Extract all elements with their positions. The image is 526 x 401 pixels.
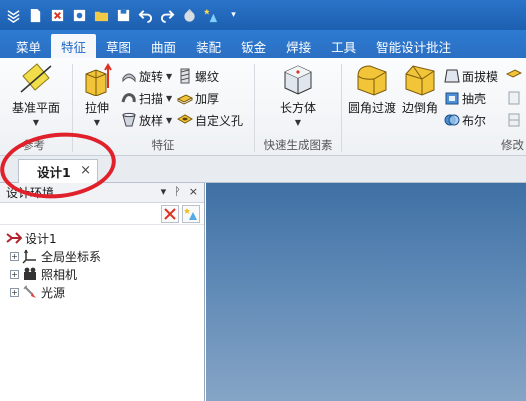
- revolve-icon: [122, 73, 136, 83]
- clear-filter-button[interactable]: [161, 204, 179, 223]
- tab-features[interactable]: 特征: [51, 34, 97, 58]
- more-modify-tool-2[interactable]: [506, 88, 524, 108]
- panel-title: 设计环境: [6, 186, 55, 200]
- datum-plane-icon: [18, 62, 54, 96]
- custom-hole-icon: [177, 114, 193, 124]
- 3d-viewport[interactable]: [206, 183, 526, 401]
- chevron-down-icon: ▼: [93, 118, 101, 127]
- boolean-icon: [444, 114, 460, 126]
- draft-icon: [444, 69, 460, 83]
- design-environment-panel: 设计环境 ▾ ᚹ × 设计1 + 全局坐标系 + 照相机 + 光源: [0, 183, 205, 401]
- smart-filter-button[interactable]: [182, 204, 200, 223]
- close-icon[interactable]: ×: [80, 163, 91, 178]
- loft-button[interactable]: 放样 ▼: [121, 110, 172, 130]
- datum-plane-button[interactable]: 基准平面 ▼: [6, 62, 66, 127]
- group-features: 拉伸 ▼ 旋转 ▼ 扫描 ▼ 放样 ▼ 螺纹 加厚 自定义孔 特征: [73, 58, 253, 156]
- group-label-quick: 快速生成图素: [263, 138, 333, 152]
- tree-node-global-coordinate[interactable]: + 全局坐标系: [0, 247, 204, 265]
- redo-icon[interactable]: [158, 6, 177, 25]
- sweep-icon: [121, 93, 136, 103]
- custom-hole-button[interactable]: 自定义孔: [177, 110, 243, 130]
- panel-header: 设计环境 ▾ ᚹ ×: [0, 183, 204, 203]
- tab-assembly[interactable]: 装配: [186, 34, 231, 58]
- panel-menu-icon[interactable]: ▾: [161, 185, 167, 198]
- quick-access-toolbar: ▾: [0, 0, 526, 30]
- save-icon[interactable]: [114, 6, 133, 25]
- thicken-button[interactable]: 加厚: [177, 88, 219, 108]
- chamfer-button[interactable]: 边倒角: [400, 62, 440, 116]
- tab-smart-annotation[interactable]: 智能设计批注: [366, 34, 461, 58]
- render-sphere-icon[interactable]: [180, 6, 199, 25]
- shell-icon: [445, 92, 459, 105]
- ribbon-tabs: 菜单 特征 草图 曲面 装配 钣金 焊接 工具 智能设计批注: [0, 30, 526, 58]
- thread-icon: [180, 68, 190, 84]
- chamfer-icon: [402, 62, 438, 96]
- more-modify-tool-1[interactable]: [506, 66, 524, 86]
- fillet-button[interactable]: 圆角过渡: [346, 62, 398, 116]
- expand-icon[interactable]: +: [10, 287, 19, 297]
- tab-tools[interactable]: 工具: [321, 34, 366, 58]
- tab-sketch[interactable]: 草图: [96, 34, 141, 58]
- document-tab-label: 设计1: [37, 165, 71, 180]
- group-label-features: 特征: [151, 138, 175, 152]
- chevron-down-icon: ▼: [166, 115, 173, 125]
- face-tool-icon: [506, 69, 522, 78]
- app-logo-icon[interactable]: [4, 6, 23, 25]
- red-cross-icon: [164, 207, 176, 220]
- expand-icon[interactable]: +: [10, 269, 19, 279]
- tab-menu[interactable]: 菜单: [6, 34, 51, 58]
- light-source-icon: [23, 285, 36, 298]
- box-icon: [280, 62, 316, 96]
- extrude-button[interactable]: 拉伸 ▼: [77, 62, 117, 127]
- more-modify-tool-3[interactable]: [506, 110, 524, 130]
- tab-sheet-metal[interactable]: 钣金: [231, 34, 276, 58]
- tab-surface[interactable]: 曲面: [141, 34, 186, 58]
- box-button[interactable]: 长方体 ▼: [269, 62, 327, 127]
- tree-node-light-source[interactable]: + 光源: [0, 283, 204, 301]
- extrude-icon: [79, 62, 115, 96]
- coordinate-axes-icon: [22, 249, 36, 264]
- chevron-down-icon: ▼: [294, 118, 302, 127]
- document-tool-icon: [508, 91, 520, 105]
- tree-node-camera[interactable]: + 照相机: [0, 265, 204, 283]
- undo-icon[interactable]: [136, 6, 155, 25]
- shell-button[interactable]: 抽壳: [444, 88, 486, 108]
- panel-toolbar: [0, 203, 204, 225]
- tree-node-root[interactable]: 设计1: [0, 229, 204, 247]
- revolve-button[interactable]: 旋转 ▼: [121, 66, 172, 86]
- import-icon[interactable]: [70, 6, 89, 25]
- ribbon-panel: 基准平面 ▼ 拉伸 ▼ 旋转 ▼ 扫描 ▼ 放样 ▼ 螺纹 加厚 自定义孔 特征…: [0, 58, 526, 156]
- new-file-icon[interactable]: [26, 6, 45, 25]
- boolean-button[interactable]: 布尔: [444, 110, 486, 130]
- open-template-icon[interactable]: [48, 6, 67, 25]
- pin-icon[interactable]: ᚹ: [174, 185, 181, 198]
- camera-icon: [24, 267, 36, 280]
- document-tab-strip: 设计1 ×: [0, 156, 526, 183]
- split-tool-icon: [508, 113, 520, 127]
- customize-toolbar-icon[interactable]: ▾: [224, 6, 243, 25]
- group-label-reference: 参考: [22, 138, 45, 152]
- chevron-down-icon: ▼: [32, 118, 40, 127]
- open-folder-icon[interactable]: [92, 6, 111, 25]
- group-label-modify: 修改: [501, 138, 524, 152]
- group-modify: 圆角过渡 边倒角 面拔模 抽壳 布尔 修改: [342, 58, 526, 156]
- smart-filter-icon: [184, 207, 197, 220]
- chevron-down-icon: ▼: [166, 93, 173, 103]
- document-tab[interactable]: 设计1 ×: [18, 159, 98, 183]
- sweep-button[interactable]: 扫描 ▼: [121, 88, 172, 108]
- smart-tool-icon[interactable]: [202, 6, 221, 25]
- fillet-icon: [354, 62, 390, 96]
- expand-icon[interactable]: +: [10, 251, 19, 261]
- loft-icon: [122, 112, 136, 127]
- chevron-down-icon: ▼: [166, 71, 173, 81]
- tab-welding[interactable]: 焊接: [276, 34, 321, 58]
- draft-button[interactable]: 面拔模: [444, 66, 498, 86]
- design-tree: 设计1 + 全局坐标系 + 照相机 + 光源: [0, 225, 204, 301]
- group-quick-primitives: 长方体 ▼ 快速生成图素: [255, 58, 341, 156]
- design-root-icon: [6, 232, 22, 244]
- thicken-icon: [177, 94, 193, 105]
- thread-button[interactable]: 螺纹: [177, 66, 219, 86]
- close-icon[interactable]: ×: [189, 185, 198, 198]
